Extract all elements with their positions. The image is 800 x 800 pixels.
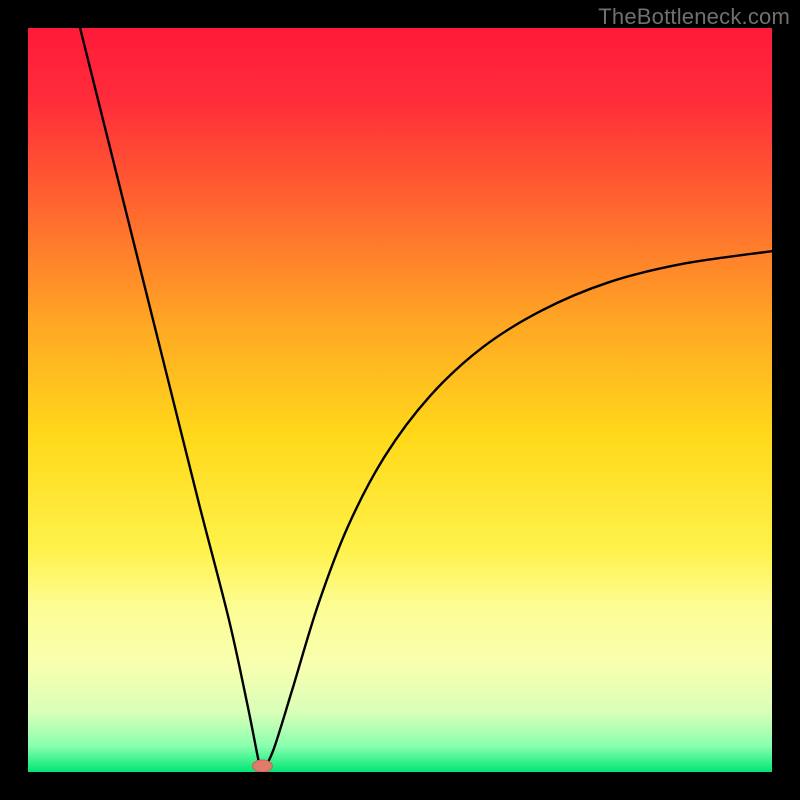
bottleneck-chart bbox=[28, 28, 772, 772]
minimum-marker bbox=[252, 760, 272, 772]
gradient-background bbox=[28, 28, 772, 772]
chart-frame bbox=[28, 28, 772, 772]
watermark-text: TheBottleneck.com bbox=[598, 4, 790, 30]
